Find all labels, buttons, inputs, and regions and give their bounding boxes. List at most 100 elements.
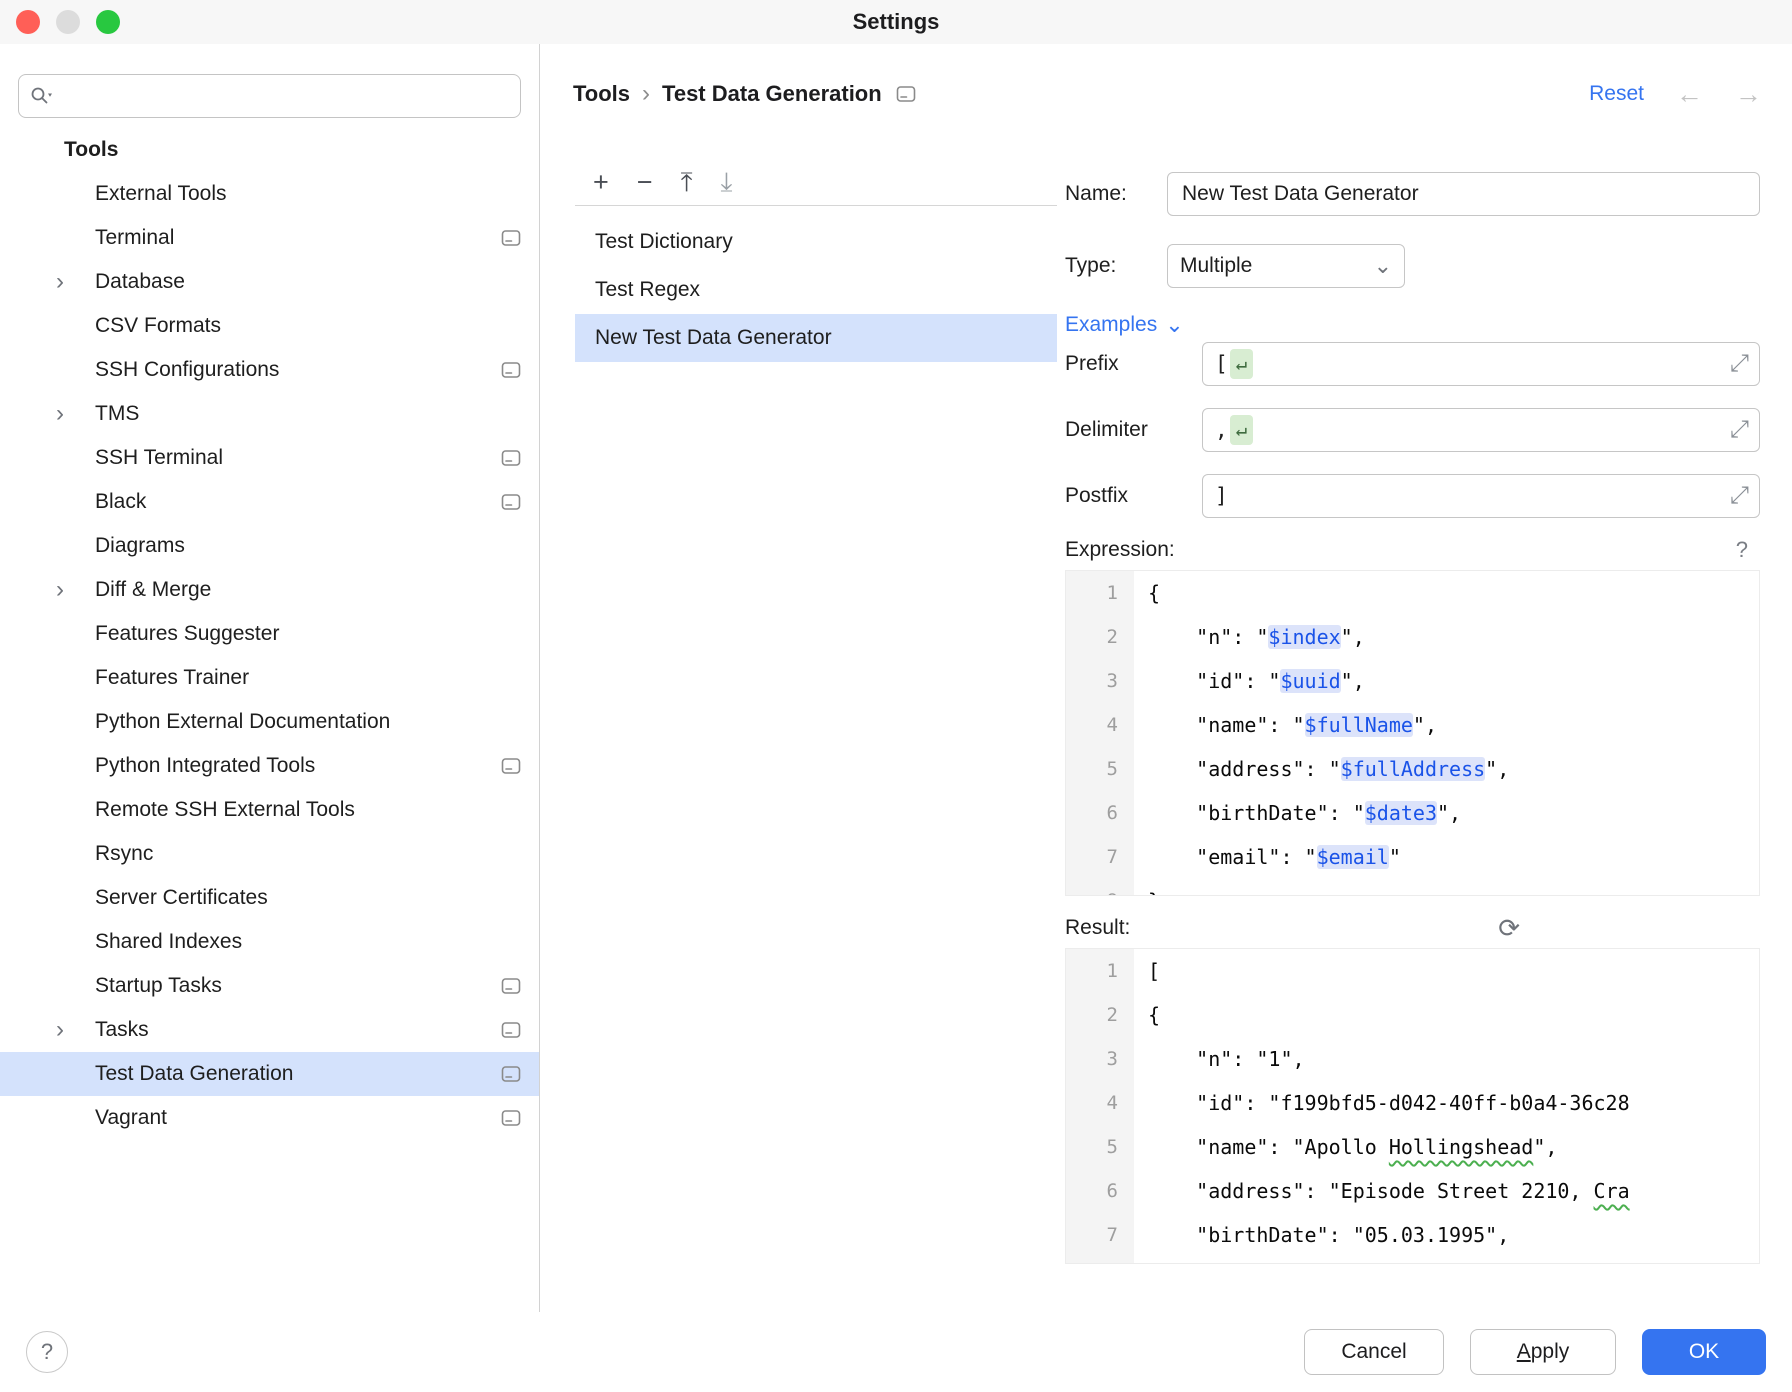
sidebar-item-label: Shared Indexes — [95, 930, 521, 954]
remove-button[interactable]: − — [637, 169, 653, 196]
result-editor[interactable]: 1[2{3 "n": "1",4 "id": "f199bfd5-d042-40… — [1065, 948, 1760, 1264]
tree-section-tools[interactable]: Tools — [0, 128, 539, 172]
settings-window: Settings Tools External ToolsTerminal›Da… — [0, 0, 1792, 1392]
help-button[interactable]: ? — [26, 1331, 68, 1373]
line-number: 7 — [1066, 835, 1134, 879]
code-text: "address": "Episode Street 2210, Cra — [1134, 1169, 1759, 1213]
code-line: 4 "name": "$fullName", — [1066, 703, 1759, 747]
sidebar-item-remote-ssh-external-tools[interactable]: Remote SSH External Tools — [0, 788, 539, 832]
sidebar-item-startup-tasks[interactable]: Startup Tasks — [0, 964, 539, 1008]
apply-button[interactable]: Apply — [1470, 1329, 1616, 1375]
code-text: "n": "1", — [1134, 1037, 1759, 1081]
sidebar-item-label: Black — [95, 490, 501, 514]
delimiter-field[interactable]: , ↵ ⤢ — [1202, 408, 1760, 452]
expand-icon[interactable]: ⤢ — [1730, 351, 1749, 375]
settings-page-icon — [501, 229, 521, 247]
line-number: 3 — [1066, 1037, 1134, 1081]
help-icon: ? — [41, 1339, 53, 1365]
sidebar-item-python-integrated-tools[interactable]: Python Integrated Tools — [0, 744, 539, 788]
sidebar-item-label: SSH Configurations — [95, 358, 501, 382]
sidebar-item-python-external-documentation[interactable]: Python External Documentation — [0, 700, 539, 744]
postfix-label: Postfix — [1065, 484, 1202, 508]
expand-chevron-icon[interactable]: › — [56, 578, 95, 602]
generator-item-test-regex[interactable]: Test Regex — [575, 266, 1057, 314]
add-button[interactable]: + — [593, 169, 609, 196]
expand-icon[interactable]: ⤢ — [1730, 417, 1749, 441]
sidebar-item-tms[interactable]: ›TMS — [0, 392, 539, 436]
code-text: } — [1134, 879, 1759, 896]
code-text: "id": "$uuid", — [1134, 659, 1759, 703]
sidebar-item-diagrams[interactable]: Diagrams — [0, 524, 539, 568]
export-button[interactable]: ⤒ — [681, 169, 693, 196]
code-text: "name": "$fullName", — [1134, 703, 1759, 747]
sidebar-item-csv-formats[interactable]: CSV Formats — [0, 304, 539, 348]
sidebar-item-database[interactable]: ›Database — [0, 260, 539, 304]
code-line: 3 "id": "$uuid", — [1066, 659, 1759, 703]
code-text: "name": "Apollo Hollingshead", — [1134, 1125, 1759, 1169]
code-text: { — [1134, 993, 1759, 1037]
sidebar-item-ssh-terminal[interactable]: SSH Terminal — [0, 436, 539, 480]
expand-chevron-icon[interactable]: › — [56, 270, 95, 294]
code-text: "address": "$fullAddress", — [1134, 747, 1759, 791]
settings-sidebar: Tools External ToolsTerminal›DatabaseCSV… — [0, 44, 540, 1312]
line-number: 6 — [1066, 1169, 1134, 1213]
reset-button[interactable]: Reset — [1589, 82, 1644, 106]
sidebar-item-external-tools[interactable]: External Tools — [0, 172, 539, 216]
sidebar-item-ssh-configurations[interactable]: SSH Configurations — [0, 348, 539, 392]
sidebar-item-tasks[interactable]: ›Tasks — [0, 1008, 539, 1052]
code-line: 6 "birthDate": "$date3", — [1066, 791, 1759, 835]
expression-editor[interactable]: 1{2 "n": "$index",3 "id": "$uuid",4 "nam… — [1065, 570, 1760, 896]
variable-token: $fullAddress — [1341, 757, 1486, 781]
chevron-down-icon: ⌄ — [1165, 318, 1183, 331]
delimiter-label: Delimiter — [1065, 418, 1202, 442]
sidebar-item-vagrant[interactable]: Vagrant — [0, 1096, 539, 1140]
sidebar-item-features-suggester[interactable]: Features Suggester — [0, 612, 539, 656]
sidebar-item-test-data-generation[interactable]: Test Data Generation — [0, 1052, 539, 1096]
prefix-field[interactable]: [ ↵ ⤢ — [1202, 342, 1760, 386]
examples-link[interactable]: Examples — [1065, 313, 1157, 337]
back-icon[interactable]: ← — [1676, 81, 1703, 108]
sidebar-item-diff-merge[interactable]: ›Diff & Merge — [0, 568, 539, 612]
sidebar-item-label: Remote SSH External Tools — [95, 798, 521, 822]
cancel-button[interactable]: Cancel — [1304, 1329, 1444, 1375]
enter-inlay-icon: ↵ — [1230, 415, 1253, 445]
generator-item-test-dictionary[interactable]: Test Dictionary — [575, 218, 1057, 266]
postfix-field[interactable]: ] ⤢ — [1202, 474, 1760, 518]
import-button[interactable]: ⤓ — [721, 169, 733, 196]
refresh-icon[interactable]: ⟳ — [1498, 915, 1520, 941]
ok-button[interactable]: OK — [1642, 1329, 1766, 1375]
breadcrumb-tools[interactable]: Tools — [573, 81, 630, 107]
settings-page-icon — [501, 1109, 521, 1127]
code-text: "birthDate": "$date3", — [1134, 791, 1759, 835]
breadcrumb-separator-icon: › — [642, 80, 650, 108]
postfix-value: ] — [1215, 484, 1228, 508]
expand-chevron-icon[interactable]: › — [56, 402, 95, 426]
result-label: Result: — [1065, 916, 1130, 940]
settings-page-icon — [896, 85, 916, 103]
name-input[interactable] — [1167, 172, 1760, 216]
sidebar-item-features-trainer[interactable]: Features Trainer — [0, 656, 539, 700]
main-header: Tools › Test Data Generation Reset ← → — [573, 72, 1762, 116]
expand-icon[interactable]: ⤢ — [1730, 483, 1749, 507]
forward-icon[interactable]: → — [1735, 81, 1762, 108]
generator-item-new-test-data-generator[interactable]: New Test Data Generator — [575, 314, 1057, 362]
sidebar-item-label: TMS — [95, 402, 521, 426]
sidebar-item-label: Vagrant — [95, 1106, 501, 1130]
sidebar-item-rsync[interactable]: Rsync — [0, 832, 539, 876]
help-icon[interactable]: ? — [1736, 537, 1748, 563]
sidebar-item-shared-indexes[interactable]: Shared Indexes — [0, 920, 539, 964]
generator-toolbar: + − ⤒ ⤓ — [575, 160, 1057, 206]
sidebar-item-server-certificates[interactable]: Server Certificates — [0, 876, 539, 920]
code-line: 1[ — [1066, 949, 1759, 993]
expand-chevron-icon[interactable]: › — [56, 1018, 95, 1042]
sidebar-item-terminal[interactable]: Terminal — [0, 216, 539, 260]
variable-token: $date3 — [1365, 801, 1437, 825]
search-input[interactable] — [63, 85, 510, 108]
sidebar-item-black[interactable]: Black — [0, 480, 539, 524]
code-line: 4 "id": "f199bfd5-d042-40ff-b0a4-36c28 — [1066, 1081, 1759, 1125]
code-text: "id": "f199bfd5-d042-40ff-b0a4-36c28 — [1134, 1081, 1759, 1125]
type-select[interactable]: Multiple ⌄ — [1167, 244, 1405, 288]
settings-search-box[interactable] — [18, 74, 521, 118]
variable-token: $fullName — [1305, 713, 1413, 737]
sidebar-item-label: Python Integrated Tools — [95, 754, 501, 778]
